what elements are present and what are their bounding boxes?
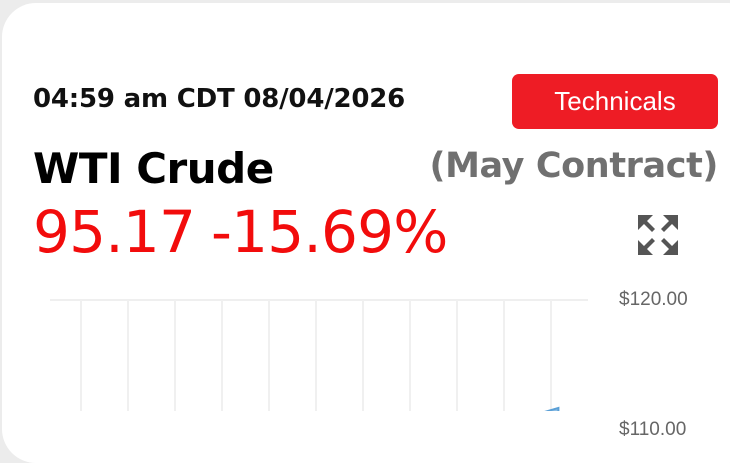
price-change: 95.17 -15.69%: [33, 198, 448, 266]
last-price: 95.17: [33, 198, 196, 266]
percent-change: -15.69%: [211, 198, 448, 266]
quote-timestamp: 04:59 am CDT 08/04/2026: [33, 84, 406, 114]
y-tick-label: $110.00: [619, 419, 687, 440]
technicals-button[interactable]: Technicals: [512, 74, 718, 129]
contract-label: (May Contract): [429, 146, 719, 186]
instrument-name: WTI Crude: [33, 144, 274, 193]
expand-arrows-icon[interactable]: [635, 212, 681, 258]
y-tick-label: $120.00: [619, 289, 688, 310]
